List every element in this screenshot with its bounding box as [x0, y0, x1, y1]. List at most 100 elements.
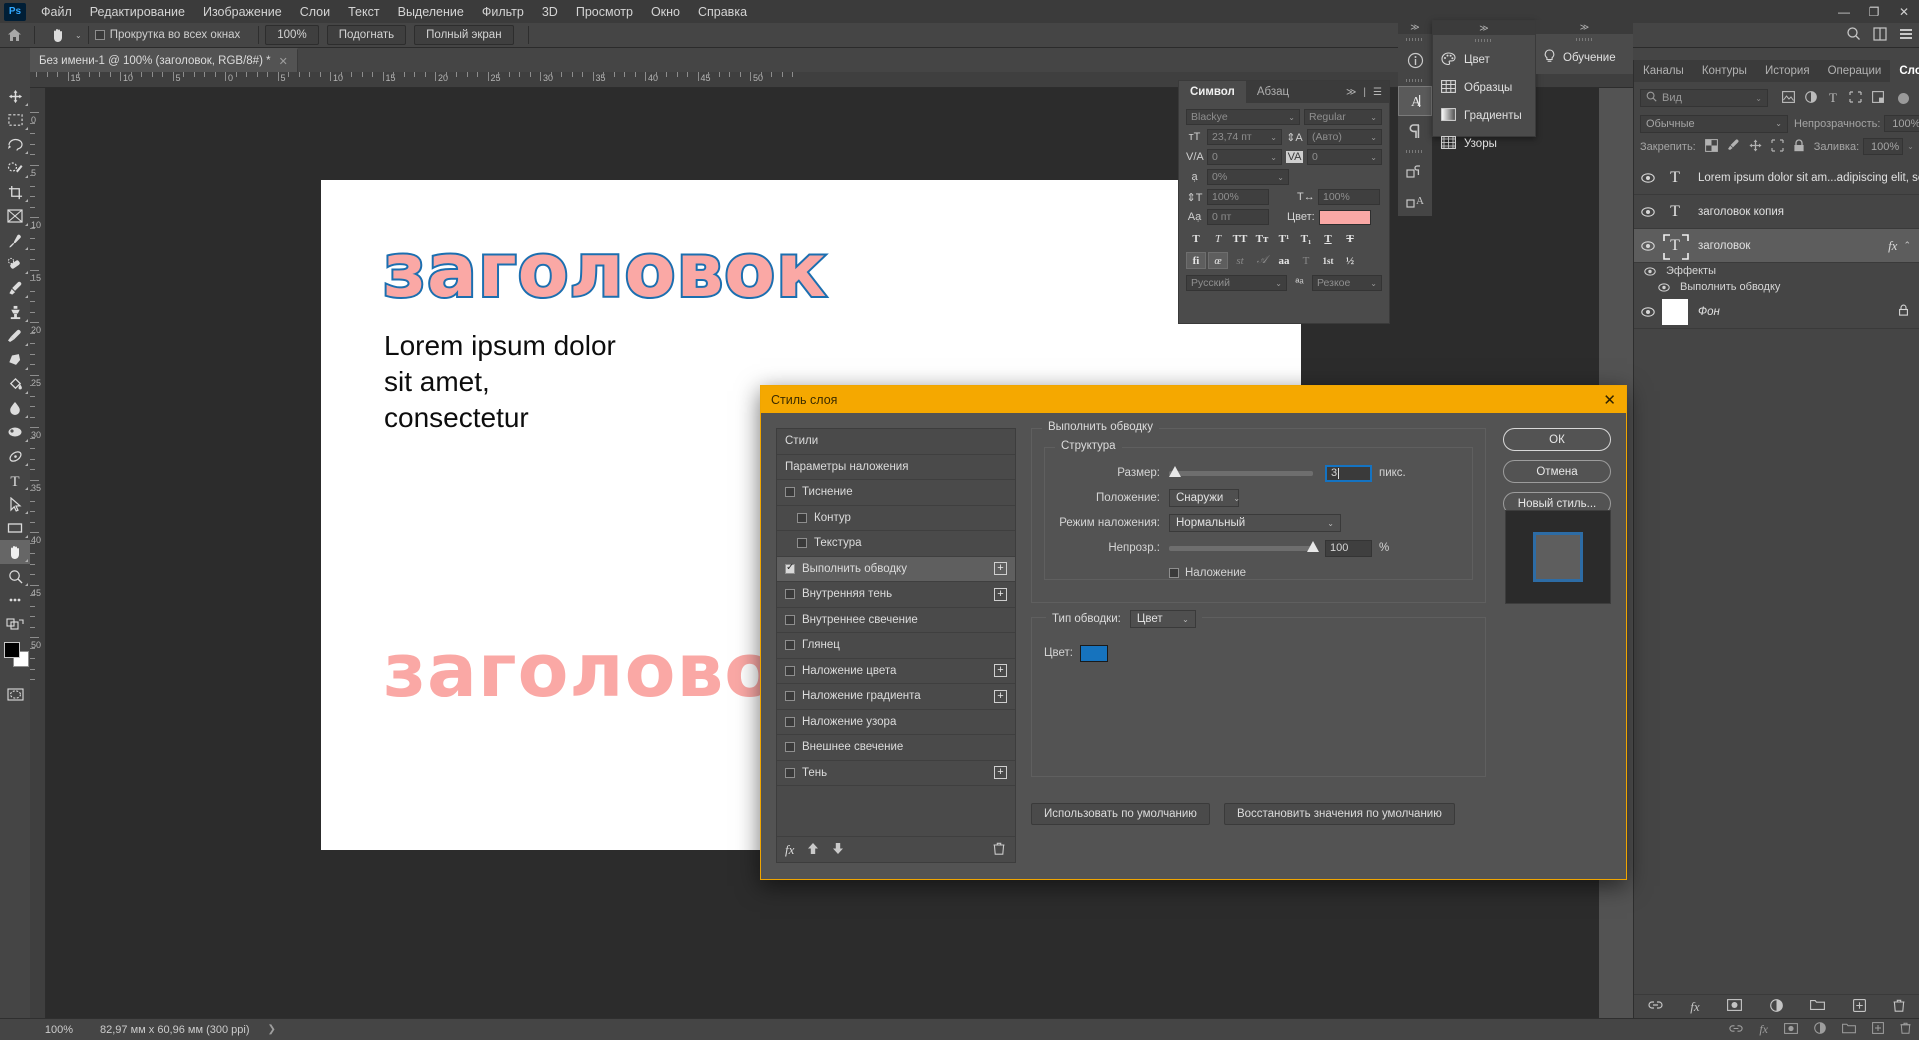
opacity-input[interactable]: 100 [1325, 539, 1372, 557]
chevron-down-icon[interactable]: ⌄ [1272, 173, 1284, 182]
opacity-slider[interactable] [1169, 540, 1319, 552]
reset-default-button[interactable]: Восстановить значения по умолчанию [1223, 803, 1455, 825]
effect-checkbox[interactable] [797, 512, 807, 523]
effect-list-item[interactable]: Тень + [777, 761, 1015, 786]
chevron-down-icon[interactable]: ⌄ [1172, 615, 1189, 624]
all-caps-button[interactable]: TT [1230, 230, 1250, 247]
scroll-all-windows-checkbox[interactable]: Прокрутка во всех окнах [94, 29, 240, 41]
layer-thumbnail[interactable] [1660, 297, 1690, 327]
crop-tool[interactable] [0, 180, 30, 204]
effect-checkbox[interactable] [785, 665, 795, 676]
font-family-field[interactable]: Blackye ⌄ [1186, 109, 1300, 125]
effect-checkbox[interactable] [785, 562, 795, 574]
layer-effect-item[interactable]: Выполнить обводку [1634, 279, 1919, 295]
lock-image-icon[interactable] [1727, 138, 1740, 155]
layer-visibility-toggle[interactable] [1636, 240, 1660, 251]
delete-layer-icon[interactable] [1893, 999, 1905, 1015]
status-expand-arrow-icon[interactable]: ❯ [250, 1024, 276, 1035]
size-slider-handle[interactable] [1168, 465, 1181, 477]
menu-edit[interactable]: Редактирование [81, 2, 194, 22]
size-input[interactable]: 3 [1325, 464, 1372, 482]
popout-item-patterns[interactable]: Узоры [1433, 130, 1535, 158]
color-swatches[interactable] [0, 640, 30, 672]
effect-checkbox[interactable] [785, 691, 795, 702]
healing-brush-tool[interactable] [0, 252, 30, 276]
effect-checkbox[interactable] [785, 614, 795, 625]
document-tab[interactable]: Без имени-1 @ 100% (заголовок, RGB/8#) *… [30, 48, 298, 72]
add-effect-icon[interactable]: + [994, 689, 1007, 703]
chevron-down-icon[interactable]: ⌄ [1907, 142, 1914, 151]
add-effect-icon[interactable]: + [994, 587, 1007, 601]
heading-text-layer[interactable]: заголовок [381, 226, 828, 316]
effect-list-item[interactable]: Наложение цвета + [777, 659, 1015, 684]
text-color-swatch[interactable] [1318, 209, 1371, 225]
chevron-down-icon[interactable]: ⌄ [1365, 279, 1377, 288]
overprint-checkbox[interactable]: Наложение [1169, 567, 1246, 579]
effect-list-item[interactable]: Внутренняя тень + [777, 582, 1015, 608]
vertical-scale-field[interactable]: 0% ⌄ [1207, 169, 1289, 185]
frame-tool[interactable] [0, 204, 30, 228]
paint-bucket-tool[interactable] [0, 372, 30, 396]
character-icon[interactable]: A [1398, 86, 1432, 116]
quick-select-tool[interactable] [0, 156, 30, 180]
chevron-down-icon[interactable]: ⌄ [1365, 153, 1377, 162]
type-tool[interactable]: T [0, 468, 30, 492]
layer-effects-group[interactable]: Эффекты [1634, 263, 1919, 279]
workspace-switcher-icon[interactable] [1899, 27, 1913, 44]
adjustment-filter-icon[interactable] [1805, 90, 1817, 106]
add-effect-icon[interactable]: + [994, 664, 1007, 678]
eraser-tool[interactable] [0, 348, 30, 372]
tracking-field[interactable]: 0 ⌄ [1307, 149, 1382, 165]
width-scale-field[interactable]: 100% [1318, 189, 1380, 205]
close-icon[interactable]: ✕ [279, 55, 288, 68]
language-field[interactable]: Русский ⌄ [1186, 275, 1287, 291]
type-filter-icon[interactable]: T [1827, 90, 1839, 106]
effect-list-item[interactable]: Внутреннее свечение [777, 608, 1015, 633]
blend-mode-select[interactable]: Обычные ⌄ [1640, 114, 1788, 133]
superscript-button[interactable]: T¹ [1274, 230, 1294, 247]
history-brush-tool[interactable] [0, 324, 30, 348]
layer-thumbnail[interactable]: T [1660, 231, 1690, 261]
font-style-field[interactable]: Regular ⌄ [1304, 109, 1382, 125]
pixel-filter-icon[interactable] [1782, 90, 1795, 106]
minimize-button[interactable]: — [1829, 0, 1859, 23]
group-icon[interactable] [1842, 1023, 1856, 1037]
fullscreen-button[interactable]: Полный экран [414, 25, 514, 45]
group-icon[interactable] [1810, 999, 1826, 1014]
fx-icon[interactable]: fx [1690, 999, 1699, 1015]
info-icon[interactable] [1398, 45, 1432, 75]
titling-alternates-button[interactable]: T [1296, 252, 1316, 269]
tab-layers[interactable]: Слои [1890, 60, 1919, 82]
tab-paths[interactable]: Контуры [1693, 60, 1756, 82]
swash-button[interactable]: 𝒜 [1252, 252, 1272, 269]
opacity-value[interactable]: 100% [1884, 115, 1919, 132]
dock-expand-icon[interactable]: ≫ [1398, 20, 1432, 34]
menu-filter[interactable]: Фильтр [473, 2, 533, 22]
lock-artboard-icon[interactable] [1771, 138, 1784, 155]
layer-name[interactable]: Lorem ipsum dolor sit am...adipiscing el… [1690, 172, 1919, 184]
dodge-tool[interactable] [0, 420, 30, 444]
drag-grip[interactable] [1406, 150, 1424, 153]
path-select-tool[interactable] [0, 492, 30, 516]
chevron-down-icon[interactable]: ⌄ [1265, 153, 1277, 162]
drag-grip[interactable] [1475, 39, 1493, 42]
chevron-down-icon[interactable]: ⌄ [1270, 279, 1282, 288]
expand-icon[interactable]: ≫ [1346, 87, 1356, 98]
stylistic-alternates-button[interactable]: aa [1274, 252, 1294, 269]
eyedropper-tool[interactable] [0, 228, 30, 252]
effect-list-item[interactable]: Внешнее свечение [777, 735, 1015, 761]
lock-position-icon[interactable] [1749, 138, 1762, 155]
panel-menu-icon[interactable]: ☰ [1373, 87, 1382, 98]
new-layer-icon[interactable] [1852, 998, 1866, 1015]
effect-list-item[interactable]: Тиснение [777, 480, 1015, 506]
layer-name[interactable]: заголовок [1690, 240, 1888, 252]
effect-list-item[interactable]: Глянец [777, 633, 1015, 659]
link-icon[interactable] [1648, 999, 1663, 1014]
menu-help[interactable]: Справка [689, 2, 756, 22]
move-down-icon[interactable] [832, 842, 844, 858]
cancel-button[interactable]: Отмена [1503, 460, 1611, 483]
learn-expand-icon[interactable]: ≫ [1536, 20, 1633, 34]
more-tools-icon[interactable] [0, 588, 30, 612]
popout-item-gradients[interactable]: Градиенты [1433, 102, 1535, 130]
chevron-down-icon[interactable]: ⌄ [1365, 113, 1377, 122]
